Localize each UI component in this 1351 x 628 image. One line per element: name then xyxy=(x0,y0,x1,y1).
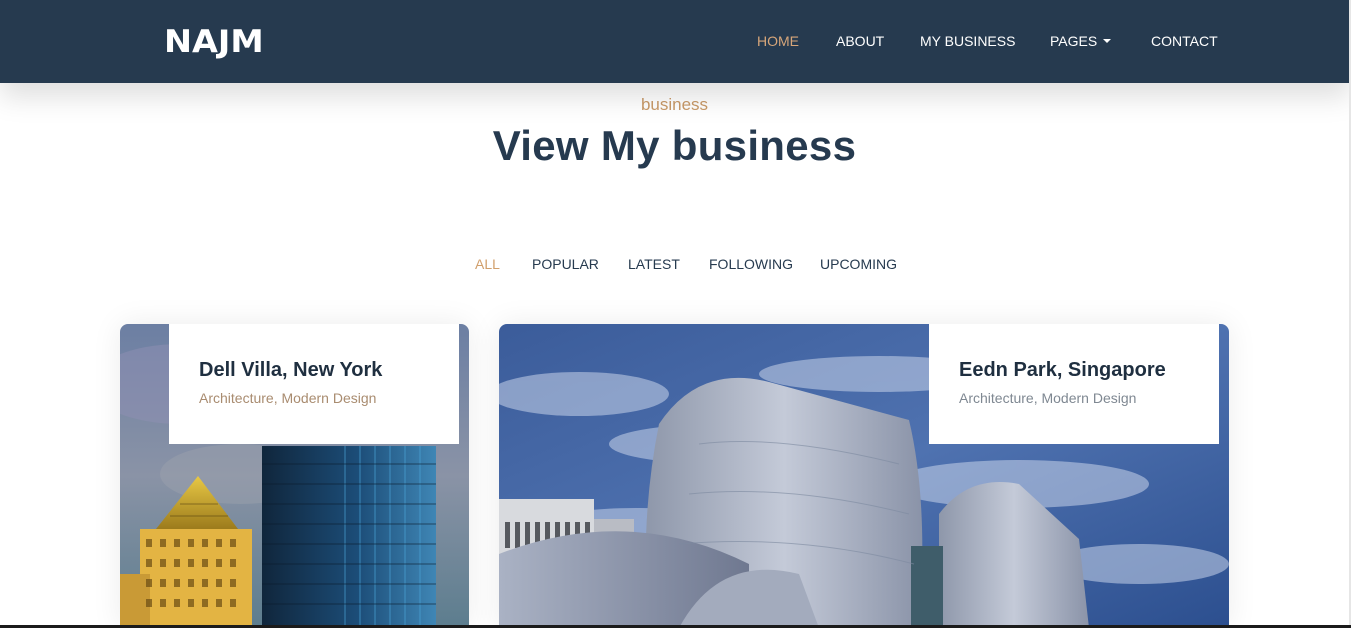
portfolio-card-eedn-park[interactable]: Eedn Park, Singapore Architecture, Moder… xyxy=(499,324,1229,628)
section-subtitle: business xyxy=(640,95,709,114)
nav-home[interactable]: HOME xyxy=(757,33,799,49)
card-subtitle: Architecture, Modern Design xyxy=(199,390,377,406)
nav-about[interactable]: ABOUT xyxy=(836,33,884,49)
nav-pages-label: PAGES xyxy=(1050,33,1098,49)
filter-upcoming[interactable]: UPCOMING xyxy=(820,256,897,272)
filter-latest[interactable]: LATEST xyxy=(628,256,680,272)
caret-down-icon xyxy=(1103,39,1112,43)
portfolio-card-dell-villa[interactable]: Dell Villa, New York Architecture, Moder… xyxy=(120,324,469,628)
card-info-box: Dell Villa, New York Architecture, Moder… xyxy=(169,324,459,444)
card-title[interactable]: Dell Villa, New York xyxy=(199,358,382,382)
nav-contact[interactable]: CONTACT xyxy=(1151,33,1218,49)
section-title: View My business xyxy=(492,122,857,169)
card-title[interactable]: Eedn Park, Singapore xyxy=(959,358,1166,382)
filter-popular[interactable]: POPULAR xyxy=(532,256,599,272)
card-subtitle: Architecture, Modern Design xyxy=(959,390,1137,406)
nav-my-business[interactable]: MY BUSINESS xyxy=(920,33,1015,49)
nav-pages[interactable]: PAGES xyxy=(1050,33,1112,49)
card-info-box: Eedn Park, Singapore Architecture, Moder… xyxy=(929,324,1219,444)
top-navbar: NAJM HOME ABOUT MY BUSINESS PAGES CONTAC… xyxy=(0,0,1351,83)
site-logo[interactable]: NAJM xyxy=(164,27,264,58)
filter-all[interactable]: ALL xyxy=(475,256,500,272)
filter-following[interactable]: FOLLOWING xyxy=(709,256,793,272)
